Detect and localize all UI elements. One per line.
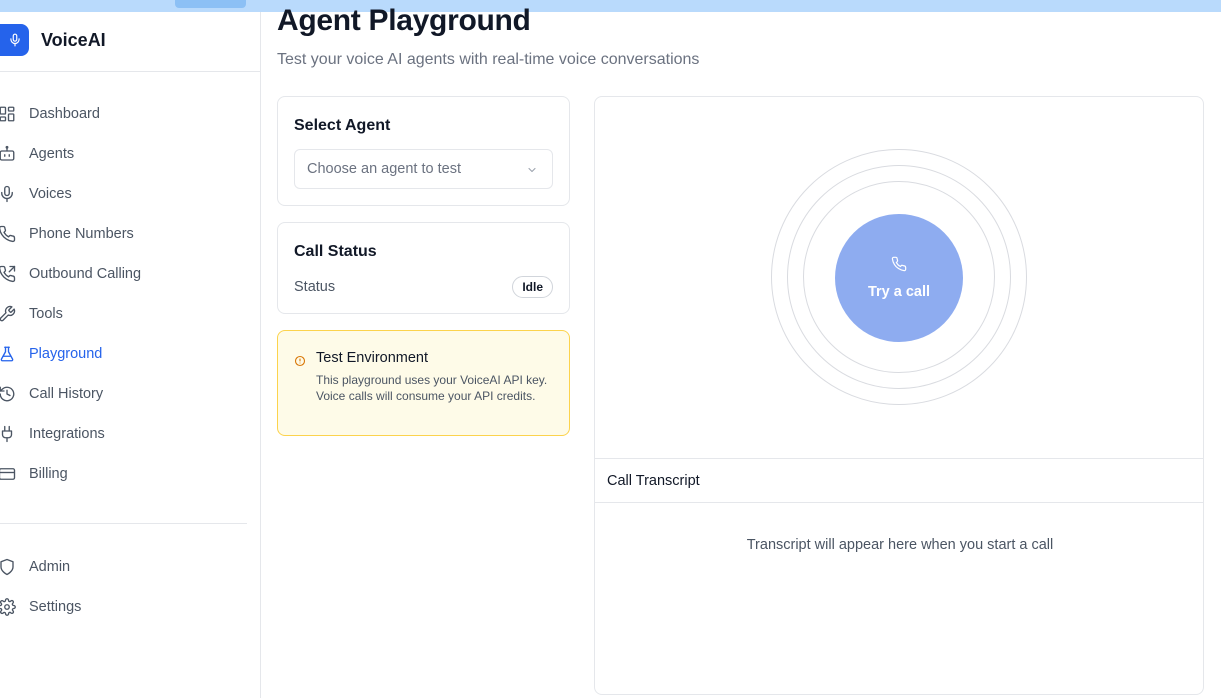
test-environment-text: This playground uses your VoiceAI API ke… bbox=[316, 373, 548, 403]
history-icon bbox=[0, 385, 16, 403]
page-title: Agent Playground bbox=[277, 4, 531, 37]
sidebar-item-billing[interactable]: Billing bbox=[0, 454, 260, 494]
call-status-title: Call Status bbox=[294, 243, 377, 260]
sidebar-item-admin[interactable]: Admin bbox=[0, 547, 260, 587]
call-visualizer: Try a call bbox=[595, 97, 1203, 458]
wrench-icon bbox=[0, 305, 16, 323]
sidebar-item-settings[interactable]: Settings bbox=[0, 587, 260, 627]
sidebar-item-label: Admin bbox=[29, 559, 71, 575]
phone-outgoing-icon bbox=[0, 265, 16, 283]
browser-top-bar bbox=[0, 0, 1221, 12]
sidebar-item-voices[interactable]: Voices bbox=[0, 174, 260, 214]
phone-icon bbox=[0, 225, 16, 243]
agent-select-placeholder: Choose an agent to test bbox=[307, 161, 461, 177]
gear-icon bbox=[0, 598, 16, 616]
sidebar: VoiceAI Dashboard Agents Voices Phone Nu… bbox=[0, 12, 261, 698]
sidebar-item-label: Phone Numbers bbox=[29, 226, 134, 242]
sidebar-item-label: Voices bbox=[29, 186, 72, 202]
try-call-label: Try a call bbox=[867, 284, 931, 300]
sidebar-item-label: Billing bbox=[29, 466, 68, 482]
mic-icon bbox=[0, 185, 16, 203]
divider bbox=[0, 523, 247, 524]
call-panel: Try a call Call Transcript Transcript wi… bbox=[594, 96, 1204, 695]
call-status-card: Call Status Status Idle bbox=[277, 222, 570, 314]
select-agent-title: Select Agent bbox=[294, 117, 391, 134]
sidebar-item-agents[interactable]: Agents bbox=[0, 134, 260, 174]
brand[interactable]: VoiceAI bbox=[0, 24, 106, 56]
sidebar-item-outbound-calling[interactable]: Outbound Calling bbox=[0, 254, 260, 294]
bot-icon bbox=[0, 145, 16, 163]
mic-logo-icon bbox=[0, 24, 29, 56]
test-environment-title: Test Environment bbox=[316, 350, 429, 366]
sidebar-item-label: Settings bbox=[29, 599, 82, 615]
transcript-empty-state: Transcript will appear here when you sta… bbox=[746, 537, 1054, 553]
shield-icon bbox=[0, 558, 16, 576]
alert-circle-icon bbox=[294, 354, 306, 372]
status-badge: Idle bbox=[512, 276, 553, 298]
status-label: Status bbox=[294, 279, 336, 295]
brand-name: VoiceAI bbox=[41, 29, 106, 50]
dashboard-icon bbox=[0, 105, 16, 123]
flask-icon bbox=[0, 345, 16, 363]
try-call-button[interactable]: Try a call bbox=[835, 214, 963, 342]
agent-select[interactable]: Choose an agent to test bbox=[294, 149, 553, 189]
transcript-title: Call Transcript bbox=[607, 472, 700, 489]
select-agent-card: Select Agent Choose an agent to test bbox=[277, 96, 570, 206]
transcript-header: Call Transcript bbox=[595, 458, 1203, 503]
sidebar-item-dashboard[interactable]: Dashboard bbox=[0, 94, 260, 134]
sidebar-item-playground[interactable]: Playground bbox=[0, 334, 260, 374]
sidebar-item-integrations[interactable]: Integrations bbox=[0, 414, 260, 454]
sidebar-item-tools[interactable]: Tools bbox=[0, 294, 260, 334]
phone-icon bbox=[891, 256, 907, 277]
sidebar-item-label: Playground bbox=[29, 346, 103, 362]
sidebar-item-label: Integrations bbox=[29, 426, 105, 442]
divider bbox=[0, 71, 260, 72]
test-environment-notice: Test Environment This playground uses yo… bbox=[277, 330, 570, 436]
sidebar-item-label: Dashboard bbox=[29, 106, 100, 122]
sidebar-bottom-nav: Admin Settings bbox=[0, 547, 260, 627]
credit-card-icon bbox=[0, 465, 16, 483]
page-subtitle: Test your voice AI agents with real-time… bbox=[277, 51, 700, 68]
sidebar-item-label: Outbound Calling bbox=[29, 266, 142, 282]
plug-icon bbox=[0, 425, 16, 443]
sidebar-item-label: Tools bbox=[29, 306, 63, 322]
sidebar-nav: Dashboard Agents Voices Phone Numbers Ou… bbox=[0, 94, 260, 494]
browser-tab-indicator bbox=[175, 0, 246, 8]
chevron-down-icon bbox=[526, 164, 538, 180]
sidebar-item-label: Call History bbox=[29, 386, 104, 402]
sidebar-item-phone-numbers[interactable]: Phone Numbers bbox=[0, 214, 260, 254]
sidebar-item-label: Agents bbox=[29, 146, 75, 162]
sidebar-item-call-history[interactable]: Call History bbox=[0, 374, 260, 414]
